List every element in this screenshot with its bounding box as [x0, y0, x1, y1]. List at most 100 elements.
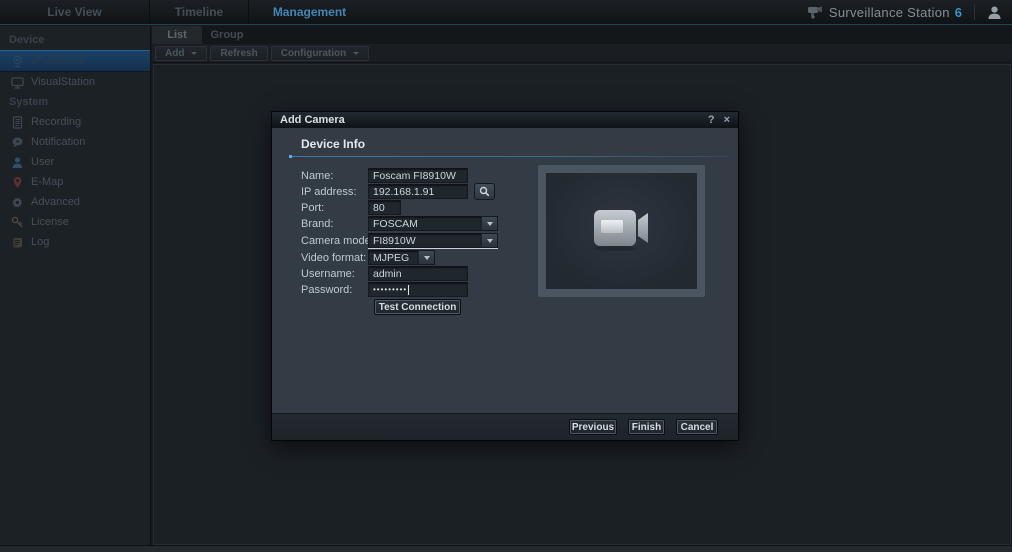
dialog-body: Device Info Name: Foscam FI8910W IP addr… [272, 128, 738, 413]
dialog-footer: Previous Finish Cancel [272, 413, 738, 440]
brand-label: Brand: [301, 218, 333, 230]
main-nav: Live View Timeline Management [0, 0, 370, 24]
sidebar-item-label: Advanced [31, 196, 80, 208]
password-input[interactable]: ••••••••• [368, 282, 468, 297]
view-tabs: List Group [152, 26, 1012, 44]
camera-toolbar: Add Refresh Configuration [152, 44, 1012, 63]
sidebar-item-user[interactable]: User [0, 152, 150, 172]
sidebar-section-device: Device [0, 30, 150, 50]
finish-button[interactable]: Finish [628, 419, 665, 435]
test-connection-button[interactable]: Test Connection [374, 299, 461, 315]
sidebar-item-notification[interactable]: Notification [0, 132, 150, 152]
notification-icon [11, 136, 24, 149]
user-account-icon[interactable] [987, 5, 1002, 20]
refresh-button-label: Refresh [220, 48, 257, 59]
chevron-down-icon [353, 52, 359, 55]
sidebar-item-label: Log [31, 236, 49, 248]
sidebar-item-visualstation[interactable]: VisualStation [0, 72, 150, 92]
sidebar-item-label: IP Camera [31, 55, 85, 67]
video-camera-placeholder-icon [588, 204, 656, 256]
password-masked-value: ••••••••• [373, 285, 407, 294]
name-label: Name: [301, 170, 333, 182]
brand-select[interactable]: FOSCAM [368, 216, 498, 231]
topbar-divider [974, 4, 975, 20]
port-input[interactable]: 80 [368, 200, 401, 215]
refresh-button[interactable]: Refresh [210, 46, 267, 61]
name-input[interactable]: Foscam FI8910W [368, 168, 468, 183]
app-version: 6 [955, 5, 962, 20]
field-row-port: Port: 80 [272, 200, 512, 215]
tab-group[interactable]: Group [202, 26, 252, 44]
field-row-username: Username: admin [272, 266, 512, 281]
configuration-button-label: Configuration [281, 48, 347, 59]
nav-timeline[interactable]: Timeline [150, 0, 249, 24]
search-camera-button[interactable] [474, 183, 495, 200]
sidebar-item-label: VisualStation [31, 76, 95, 88]
add-button[interactable]: Add [155, 46, 207, 61]
add-camera-dialog: Add Camera ? × Device Info Name: Foscam … [272, 112, 738, 440]
log-icon [11, 236, 24, 249]
sidebar: Device IP Camera VisualStation System [0, 26, 151, 545]
tab-list-label: List [167, 29, 187, 41]
sidebar-item-label: Notification [31, 136, 85, 148]
field-row-format: Video format: MJPEG [272, 250, 512, 265]
video-format-select[interactable]: MJPEG [368, 250, 435, 265]
user-icon [11, 156, 24, 169]
monitor-icon [11, 76, 24, 89]
dialog-title: Add Camera [280, 114, 345, 126]
divider-dot [289, 155, 292, 158]
nav-management[interactable]: Management [249, 0, 370, 24]
section-divider [289, 156, 729, 157]
help-icon[interactable]: ? [708, 113, 715, 127]
username-input[interactable]: admin [368, 266, 468, 281]
field-row-ip: IP address: 192.168.1.91 [272, 184, 512, 199]
section-title: Device Info [301, 137, 365, 151]
app-brand: Surveillance Station [829, 5, 950, 20]
ip-address-input[interactable]: 192.168.1.91 [368, 184, 468, 199]
video-format-label: Video format: [301, 252, 366, 264]
field-row-password: Password: ••••••••• [272, 282, 512, 297]
sidebar-item-advanced[interactable]: Advanced [0, 192, 150, 212]
dialog-title-bar[interactable]: Add Camera ? × [272, 112, 738, 128]
sidebar-item-label: E-Map [31, 176, 63, 188]
chevron-down-icon[interactable] [481, 233, 498, 248]
tab-list[interactable]: List [152, 26, 202, 44]
gear-icon [11, 196, 24, 209]
bottom-strip [0, 545, 1012, 552]
sidebar-item-emap[interactable]: E-Map [0, 172, 150, 192]
camera-model-value: FI8910W [368, 233, 481, 248]
nav-live-view[interactable]: Live View [0, 0, 150, 24]
camera-preview-frame [538, 165, 705, 297]
chevron-down-icon[interactable] [418, 250, 435, 265]
nav-timeline-label: Timeline [175, 5, 223, 19]
password-label: Password: [301, 284, 352, 296]
chevron-down-icon [191, 52, 197, 55]
chevron-down-icon[interactable] [481, 216, 498, 231]
recording-icon [11, 116, 24, 129]
close-icon[interactable]: × [724, 113, 730, 127]
nav-live-view-label: Live View [47, 5, 101, 19]
top-navigation-bar: Live View Timeline Management Surveillan… [0, 0, 1012, 25]
port-label: Port: [301, 202, 324, 214]
cancel-button[interactable]: Cancel [676, 419, 718, 435]
sidebar-item-label: License [31, 216, 69, 228]
ip-address-label: IP address: [301, 186, 356, 198]
previous-button[interactable]: Previous [569, 419, 617, 435]
sidebar-item-ip-camera[interactable]: IP Camera [0, 50, 150, 72]
field-row-brand: Brand: FOSCAM [272, 216, 512, 231]
add-button-label: Add [165, 48, 184, 59]
video-format-value: MJPEG [368, 250, 418, 265]
surveillance-station-window: Live View Timeline Management Surveillan… [0, 0, 1012, 552]
search-icon [479, 186, 490, 197]
sidebar-item-recording[interactable]: Recording [0, 112, 150, 132]
camera-model-label: Camera model: [301, 235, 376, 247]
configuration-button[interactable]: Configuration [271, 46, 370, 61]
topbar-right: Surveillance Station 6 [807, 0, 1012, 24]
tab-group-label: Group [211, 29, 244, 41]
brand-value: FOSCAM [368, 216, 481, 231]
camera-model-select[interactable]: FI8910W [368, 233, 498, 248]
field-row-name: Name: Foscam FI8910W [272, 168, 512, 183]
sidebar-item-log[interactable]: Log [0, 232, 150, 252]
key-icon [11, 216, 24, 229]
sidebar-item-license[interactable]: License [0, 212, 150, 232]
